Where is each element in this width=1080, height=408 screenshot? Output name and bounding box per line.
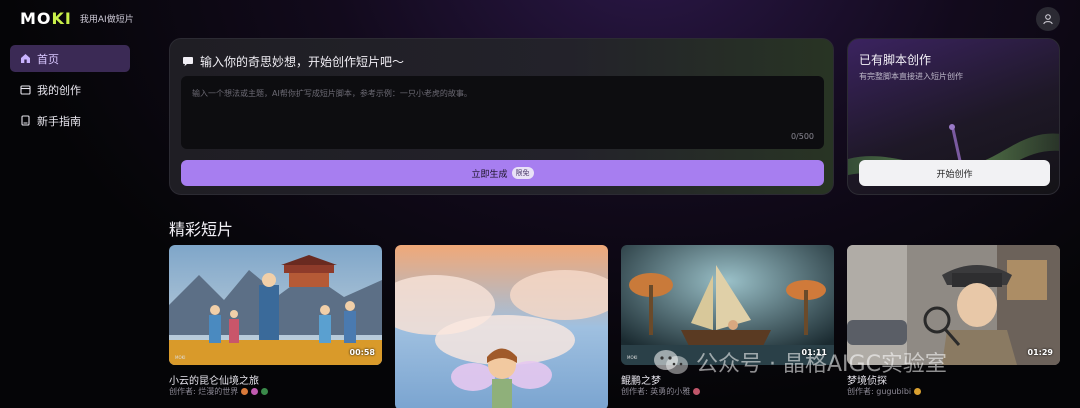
user-avatar-button[interactable] xyxy=(1036,7,1060,31)
folder-icon xyxy=(20,85,31,95)
prompt-placeholder: 输入一个想法或主题，AI帮你扩写成短片脚本，参考示例：一只小老虎的故事。 xyxy=(192,89,472,98)
emoji-icon xyxy=(241,388,249,395)
script-card-title: 已有脚本创作 xyxy=(859,53,932,67)
emoji-icon xyxy=(914,388,922,395)
top-bar: MOKI 我用AI做短片 xyxy=(0,0,1080,36)
video-author: 创作者: 烂漫的世界 xyxy=(169,386,269,397)
video-thumbnail-art xyxy=(395,245,608,408)
sidebar-item-label: 首页 xyxy=(37,52,59,66)
home-icon xyxy=(21,54,30,63)
char-counter: 0/500 xyxy=(790,132,814,141)
logo-tagline: 我用AI做短片 xyxy=(79,15,134,25)
free-badge: 限免 xyxy=(511,167,534,179)
emoji-icon xyxy=(251,388,259,395)
generate-button-label: 立即生成 xyxy=(471,169,508,180)
sidebar-item-home[interactable]: 首页 xyxy=(10,45,130,72)
chat-bubble-icon xyxy=(183,57,193,67)
video-duration: 01:29 xyxy=(1027,348,1053,357)
section-title: 精彩短片 xyxy=(169,220,234,239)
sidebar-item-label: 新手指南 xyxy=(37,114,81,128)
sidebar-item-label: 我的创作 xyxy=(37,83,81,97)
prompt-input[interactable]: 输入一个想法或主题，AI帮你扩写成短片脚本，参考示例：一只小老虎的故事。 0/5… xyxy=(181,76,824,149)
video-duration: 00:58 xyxy=(349,348,375,357)
video-title[interactable]: 小云的昆仑仙境之旅 xyxy=(169,372,259,387)
script-card-subtitle: 有完整脚本直接进入短片创作 xyxy=(859,72,963,81)
video-thumbnail[interactable] xyxy=(395,245,608,408)
emoji-icon xyxy=(261,388,269,395)
video-author: 创作者: gugubibi xyxy=(847,386,922,397)
create-card-title: 输入你的奇思妙想，开始创作短片吧～ xyxy=(182,53,404,70)
user-icon xyxy=(1043,14,1053,25)
wechat-watermark: 公众号 · 晶格AIGC实验室 xyxy=(652,346,947,378)
sidebar-item-guide[interactable]: 新手指南 xyxy=(10,107,130,134)
sidebar-item-my-works[interactable]: 我的创作 xyxy=(10,76,130,103)
video-author: 创作者: 英勇的小雅 xyxy=(621,386,701,397)
emoji-icon xyxy=(693,388,701,395)
video-watermark: MOKI xyxy=(627,355,638,360)
video-thumbnail[interactable]: MOKI 00:58 xyxy=(169,245,382,365)
video-watermark: MOKI xyxy=(175,355,186,360)
video-thumbnail-art xyxy=(169,245,382,365)
logo[interactable]: MOKI 我用AI做短片 xyxy=(20,9,134,28)
book-icon xyxy=(21,115,30,126)
wechat-icon xyxy=(654,350,688,374)
sidebar: 首页 我的创作 新手指南 xyxy=(10,45,130,138)
start-create-button[interactable]: 开始创作 xyxy=(859,160,1050,186)
script-card: 已有脚本创作 有完整脚本直接进入短片创作 开始创作 xyxy=(847,38,1060,195)
logo-mark: MOKI xyxy=(20,9,72,28)
generate-button[interactable]: 立即生成 限免 xyxy=(181,160,824,186)
create-card: 输入你的奇思妙想，开始创作短片吧～ 输入一个想法或主题，AI帮你扩写成短片脚本，… xyxy=(169,38,834,195)
